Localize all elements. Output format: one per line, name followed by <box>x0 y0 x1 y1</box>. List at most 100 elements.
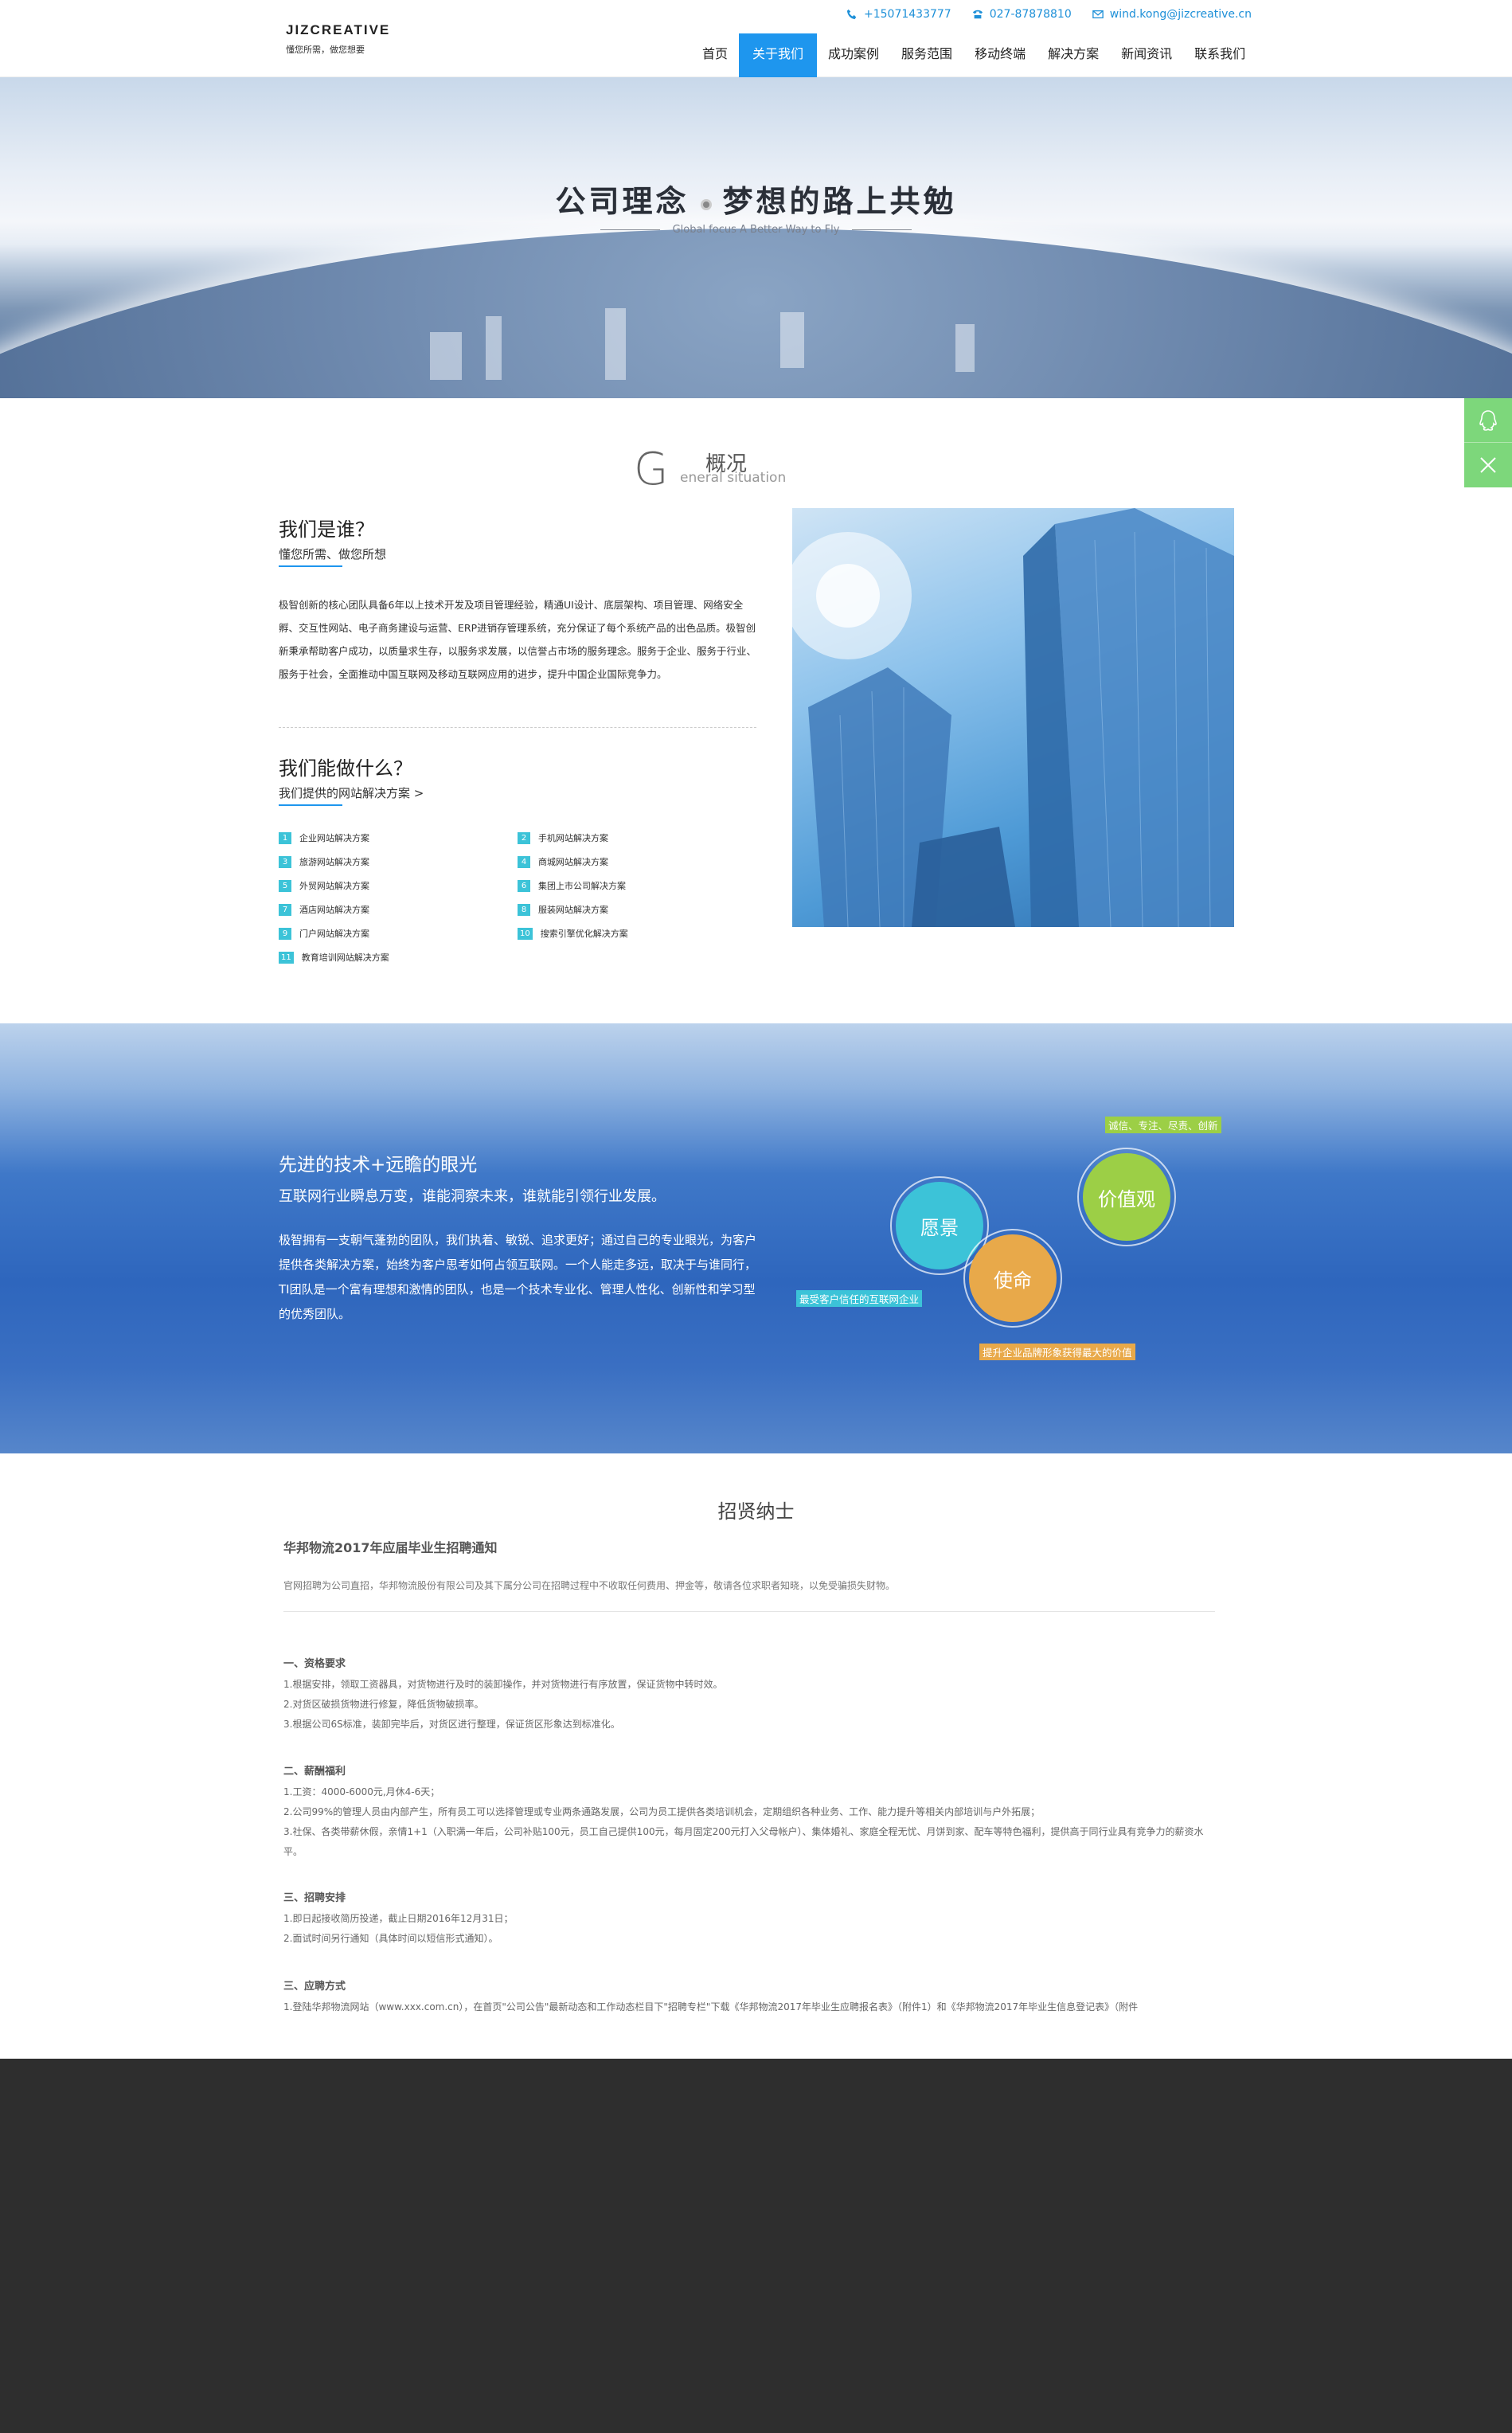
nav-contact[interactable]: 联系我们 <box>1183 33 1256 77</box>
phone-icon <box>846 9 857 20</box>
overview-en: eneral situation <box>680 470 787 486</box>
solution-number: 2 <box>518 831 530 844</box>
solution-number: 9 <box>279 927 291 940</box>
who-subheading: 懂您所需、做您所想 <box>279 547 387 561</box>
city-building <box>486 316 502 380</box>
mail-icon <box>1092 10 1104 19</box>
qq-button[interactable] <box>1464 398 1512 443</box>
job-section-heading: 一、资格要求 <box>283 1658 346 1670</box>
telephone-icon <box>972 10 983 19</box>
logo[interactable]: JIZCREATIVE <box>286 22 390 38</box>
solution-item[interactable]: 2 手机网站解决方案 <box>518 831 608 844</box>
job-section-body: 1.工资：4000-6000元,月休4-6天； 2.公司99%的管理人员由内部产… <box>283 1782 1215 1862</box>
job-line: 3.社保、各类带薪休假，亲情1+1（入职满一年后，公司补贴100元，员工自己提供… <box>283 1826 1204 1857</box>
solution-label: 企业网站解决方案 <box>299 833 369 843</box>
contact-bar: +15071433777 027-87878810 wind.kong@jizc… <box>846 8 1252 21</box>
solution-label: 外贸网站解决方案 <box>299 881 369 891</box>
solution-item[interactable]: 8 服装网站解决方案 <box>518 903 608 916</box>
nav-cases[interactable]: 成功案例 <box>817 33 890 77</box>
close-icon <box>1480 457 1496 473</box>
divider <box>283 1611 1215 1612</box>
solution-item[interactable]: 10 搜索引擎优化解决方案 <box>518 927 628 940</box>
nav-services[interactable]: 服务范围 <box>890 33 963 77</box>
what-underline <box>279 804 342 806</box>
job-line: 1.即日起接收简历投递，截止日期2016年12月31日； <box>283 1913 514 1924</box>
job-section-heading: 三、应聘方式 <box>283 1981 346 1993</box>
solution-label: 搜索引擎优化解决方案 <box>540 929 628 939</box>
nav-solutions[interactable]: 解决方案 <box>1037 33 1110 77</box>
contact-tel[interactable]: 027-87878810 <box>972 8 1072 21</box>
overview-glyph: G <box>634 444 669 495</box>
job-intro: 官网招聘为公司直招，华邦物流股份有限公司及其下属分公司在招聘过程中不收取任何费用… <box>283 1580 896 1591</box>
solution-item[interactable]: 9 门户网站解决方案 <box>279 927 369 940</box>
email-address: wind.kong@jizcreative.cn <box>1109 8 1252 21</box>
city-building <box>955 324 975 372</box>
solution-number: 6 <box>518 879 530 892</box>
solution-number: 4 <box>518 855 530 868</box>
side-toolbar <box>1464 398 1512 487</box>
skyscraper-illustration <box>792 508 1234 927</box>
banner-subtitle: Global focus A Better Way to Fly <box>0 224 1512 236</box>
solution-item[interactable]: 1 企业网站解决方案 <box>279 831 369 844</box>
job-line: 2.对货区破损货物进行修复，降低货物破损率。 <box>283 1699 484 1710</box>
solution-item[interactable]: 11 教育培训网站解决方案 <box>279 951 389 964</box>
who-body: 极智创新的核心团队具备6年以上技术开发及项目管理经验，精通UI设计、底层架构、项… <box>279 599 757 680</box>
contact-phone[interactable]: +15071433777 <box>846 8 951 21</box>
mission-circle[interactable]: 使命 <box>969 1234 1057 1322</box>
banner-title-right: 梦想的路上共勉 <box>722 183 957 219</box>
solution-number: 5 <box>279 879 291 892</box>
nav-about[interactable]: 关于我们 <box>739 33 818 77</box>
values-tag: 诚信、专注、尽责、创新 <box>1105 1117 1221 1133</box>
nav-home[interactable]: 首页 <box>691 33 739 77</box>
vision-section: 先进的技术+远瞻的眼光 互联网行业瞬息万变，谁能洞察未来，谁就能引领行业发展。 … <box>0 1023 1512 1453</box>
job-line: 1.根据安排，领取工资器具，对货物进行及时的装卸操作，并对货物进行有序放置，保证… <box>283 1679 723 1690</box>
mission-tag: 提升企业品牌形象获得最大的价值 <box>979 1344 1135 1360</box>
job-line: 2.公司99%的管理人员由内部产生，所有员工可以选择管理或专业两条通路发展，公司… <box>283 1806 1041 1817</box>
overview-heading: G 概况 eneral situation <box>634 446 809 494</box>
footer <box>0 2059 1512 2433</box>
job-title[interactable]: 华邦物流2017年应届毕业生招聘通知 <box>283 1537 498 1556</box>
earth-city-image <box>0 229 1512 398</box>
who-heading: 我们是谁？ <box>279 518 374 541</box>
qq-icon <box>1479 409 1497 431</box>
job-section-body: 1.根据安排，领取工资器具，对货物进行及时的装卸操作，并对货物进行有序放置，保证… <box>283 1675 1215 1735</box>
job-line: 1.登陆华邦物流网站（www.xxx.com.cn），在首页"公司公告"最新动态… <box>283 2001 1139 2013</box>
nav-mobile[interactable]: 移动终端 <box>963 33 1037 77</box>
solution-label: 门户网站解决方案 <box>299 929 369 939</box>
what-subheading[interactable]: 我们提供的网站解决方案 > <box>279 784 424 801</box>
site-header: JIZCREATIVE 懂您所需，做您想要 +15071433777 027-8… <box>0 0 1512 77</box>
solution-item[interactable]: 7 酒店网站解决方案 <box>279 903 369 916</box>
city-building <box>605 308 626 380</box>
solution-item[interactable]: 5 外贸网站解决方案 <box>279 879 369 892</box>
solution-label: 商城网站解决方案 <box>538 857 608 867</box>
solution-label: 教育培训网站解决方案 <box>301 952 389 963</box>
logo-tagline: 懂您所需，做您想要 <box>286 45 365 55</box>
close-button[interactable] <box>1464 443 1512 487</box>
solution-number: 11 <box>279 951 294 964</box>
solution-item[interactable]: 6 集团上市公司解决方案 <box>518 879 626 892</box>
contact-email[interactable]: wind.kong@jizcreative.cn <box>1092 8 1252 21</box>
job-section-body: 1.即日起接收简历投递，截止日期2016年12月31日； 2.面试时间另行通知（… <box>283 1909 1215 1949</box>
solution-item[interactable]: 3 旅游网站解决方案 <box>279 855 369 868</box>
main-nav: 首页 关于我们 成功案例 服务范围 移动终端 解决方案 新闻资讯 联系我们 <box>691 33 1256 77</box>
values-circle[interactable]: 价值观 <box>1083 1153 1170 1241</box>
job-section-body: 1.登陆华邦物流网站（www.xxx.com.cn），在首页"公司公告"最新动态… <box>283 1997 1215 2017</box>
city-building <box>780 312 804 368</box>
job-line: 1.工资：4000-6000元,月休4-6天； <box>283 1786 440 1797</box>
nav-news[interactable]: 新闻资讯 <box>1110 33 1183 77</box>
solution-number: 7 <box>279 903 291 916</box>
solution-item[interactable]: 4 商城网站解决方案 <box>518 855 608 868</box>
solution-number: 8 <box>518 903 530 916</box>
recruit-title: 招贤纳士 <box>717 1500 795 1523</box>
vision-subtitle: 互联网行业瞬息万变，谁能洞察未来，谁就能引领行业发展。 <box>279 1188 666 1205</box>
job-section-heading: 二、薪酬福利 <box>283 1766 346 1778</box>
job-section-heading: 三、招聘安排 <box>283 1892 346 1904</box>
who-underline <box>279 565 342 567</box>
banner-title: 公司理念 梦想的路上共勉 <box>0 177 1512 221</box>
skyscraper-photo <box>792 508 1234 927</box>
city-building <box>430 332 462 380</box>
solution-number: 3 <box>279 855 291 868</box>
vision-tag: 最受客户信任的互联网企业 <box>796 1290 923 1307</box>
vision-body: 极智拥有一支朝气蓬勃的团队，我们执着、敏锐、追求更好；通过自己的专业眼光，为客户… <box>279 1233 757 1321</box>
solution-label: 旅游网站解决方案 <box>299 857 369 867</box>
